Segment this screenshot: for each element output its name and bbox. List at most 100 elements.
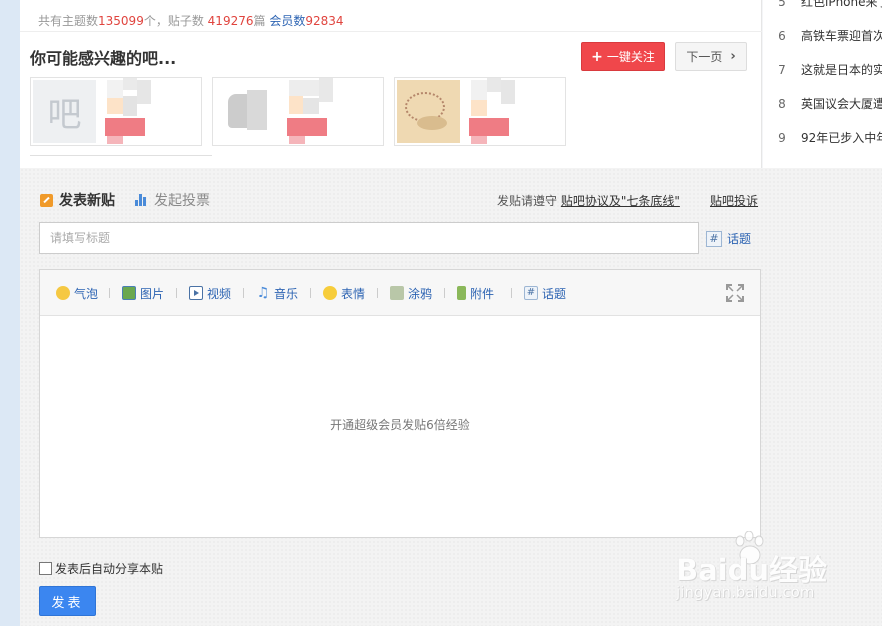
hot-topic-text: 这就是日本的实 [801,63,882,77]
suggested-forum-card[interactable]: 吧 [30,77,202,146]
blurred-forum-info [463,78,515,147]
toolbar-attachment-label: 附件 [470,286,495,301]
hashtag-icon: # [706,230,722,247]
editor-hint: 开通超级会员发贴6倍经验 [330,418,470,432]
hot-topic-text: 红色iPhone来了 [801,0,882,9]
toolbar-bubble-label: 气泡 [74,286,99,301]
hot-topic-item[interactable]: 8 英国议会大厦遭 [763,95,882,115]
attachment-icon [457,286,466,300]
suggested-forum-card[interactable] [394,77,566,146]
tab-new-post-label: 发表新贴 [59,193,115,209]
pencil-icon [40,193,53,207]
posts-count: 419276 [207,14,254,28]
toolbar-music-button[interactable]: ♫ 音乐 [256,285,298,301]
divider [20,31,762,32]
left-background-strip [0,0,20,626]
toolbar-separator [511,288,512,298]
watermark-url: jingyan.baidu.com [676,583,815,601]
toolbar-video-button[interactable]: 视频 [189,285,231,301]
hot-topic-item[interactable]: 5 红色iPhone来了 [763,0,882,13]
doodle-brush-icon [390,286,404,300]
image-icon [122,286,136,300]
next-page-label: 下一页 [686,50,723,64]
blurred-forum-info [99,78,151,147]
hot-topic-item[interactable]: 6 高铁车票迎首次 [763,27,882,47]
toolbar-emoji-label: 表情 [341,286,366,301]
toolbar-music-label: 音乐 [274,286,299,301]
hot-topic-rank: 7 [778,63,786,77]
hot-topic-rank: 9 [778,131,786,145]
posting-rules: 发贴请遵守 贴吧协议及"七条底线" [497,192,680,209]
members-count: 92834 [305,14,344,28]
toolbar-doodle-button[interactable]: 涂鸦 [390,285,432,301]
topic-link[interactable]: # 话题 [706,230,751,247]
hot-topic-item[interactable]: 7 这就是日本的实 [763,61,882,81]
toolbar-separator [109,288,110,298]
bar-chart-icon [135,194,148,206]
forum-avatar [397,80,460,143]
divider [30,155,212,156]
submit-post-button[interactable]: 发表 [39,586,96,616]
hashtag-icon: # [524,286,538,300]
toolbar-image-button[interactable]: 图片 [122,285,164,301]
members-label: 会员数 [269,14,306,28]
topics-unit: 个，贴子数 [143,14,204,28]
interest-title: 你可能感兴趣的吧... [30,49,177,68]
tab-new-post[interactable]: 发表新贴 [40,190,115,210]
toolbar-emoji-button[interactable]: 表情 [323,285,365,301]
toolbar-image-label: 图片 [140,286,165,301]
toolbar-separator [444,288,445,298]
watermark: Baidu经验 jingyan.baidu.com [676,531,836,611]
music-note-icon: ♫ [256,285,270,301]
fullscreen-icon[interactable] [726,284,744,302]
interest-panel: 共有主题数135099个，贴子数 419276篇 会员数92834 你可能感兴趣… [20,0,762,168]
forum-avatar [215,80,278,143]
posts-unit: 篇 [253,14,266,28]
auto-share-checkbox[interactable] [39,562,52,575]
speech-bubble-icon [56,286,70,300]
content-editor[interactable]: 气泡 图片 视频 ♫ 音乐 表情 涂鸦 附件 # 话题 开通超级会员发贴6倍经验 [39,269,761,538]
editor-toolbar: 气泡 图片 视频 ♫ 音乐 表情 涂鸦 附件 # 话题 [40,270,760,316]
hot-topic-rank: 8 [778,97,786,111]
forum-stats: 共有主题数135099个，贴子数 419276篇 会员数92834 [38,12,344,29]
toolbar-attachment-button[interactable]: 附件 [457,285,494,301]
plus-icon: + [591,48,603,65]
hot-topics-panel: 5 红色iPhone来了 6 高铁车票迎首次 7 这就是日本的实 8 英国议会大厦遭 9… [763,0,882,168]
toolbar-separator [243,288,244,298]
topics-count: 135099 [98,14,144,28]
auto-share-option[interactable]: 发表后自动分享本贴 [39,560,163,577]
hot-topic-text: 92年已步入中年 [801,131,882,145]
next-page-button[interactable]: 下一页 › [675,42,747,71]
complaint-link[interactable]: 贴吧投诉 [710,192,758,209]
hot-topic-text: 高铁车票迎首次 [801,29,882,43]
toolbar-separator [377,288,378,298]
smiley-icon [323,286,337,300]
hot-topic-rank: 5 [778,0,786,9]
toolbar-separator [176,288,177,298]
title-input[interactable] [39,222,699,254]
hot-topic-text: 英国议会大厦遭 [801,97,882,111]
forum-avatar: 吧 [33,80,96,143]
toolbar-topic-label: 话题 [542,286,567,301]
hot-topic-item[interactable]: 9 92年已步入中年 [763,129,882,149]
blurred-forum-info [281,78,333,147]
chevron-right-icon: › [730,49,736,64]
topics-label: 共有主题数 [38,14,99,28]
forum-avatar-glyph: 吧 [47,95,82,135]
follow-all-label: 一键关注 [606,50,655,64]
tab-start-vote-label: 发起投票 [154,193,210,209]
video-icon [189,286,203,300]
posting-rules-link[interactable]: 贴吧协议及"七条底线" [561,194,680,208]
toolbar-doodle-label: 涂鸦 [408,286,433,301]
toolbar-bubble-button[interactable]: 气泡 [56,285,98,301]
toolbar-video-label: 视频 [207,286,232,301]
auto-share-label: 发表后自动分享本贴 [55,562,164,576]
topic-link-label: 话题 [727,232,752,246]
suggested-forum-card[interactable] [212,77,384,146]
toolbar-separator [310,288,311,298]
follow-all-button[interactable]: + 一键关注 [581,42,665,71]
tab-start-vote[interactable]: 发起投票 [135,190,210,210]
hot-topic-rank: 6 [778,29,786,43]
toolbar-topic-button[interactable]: # 话题 [524,285,566,301]
posting-rules-prefix: 发贴请遵守 [497,194,558,208]
